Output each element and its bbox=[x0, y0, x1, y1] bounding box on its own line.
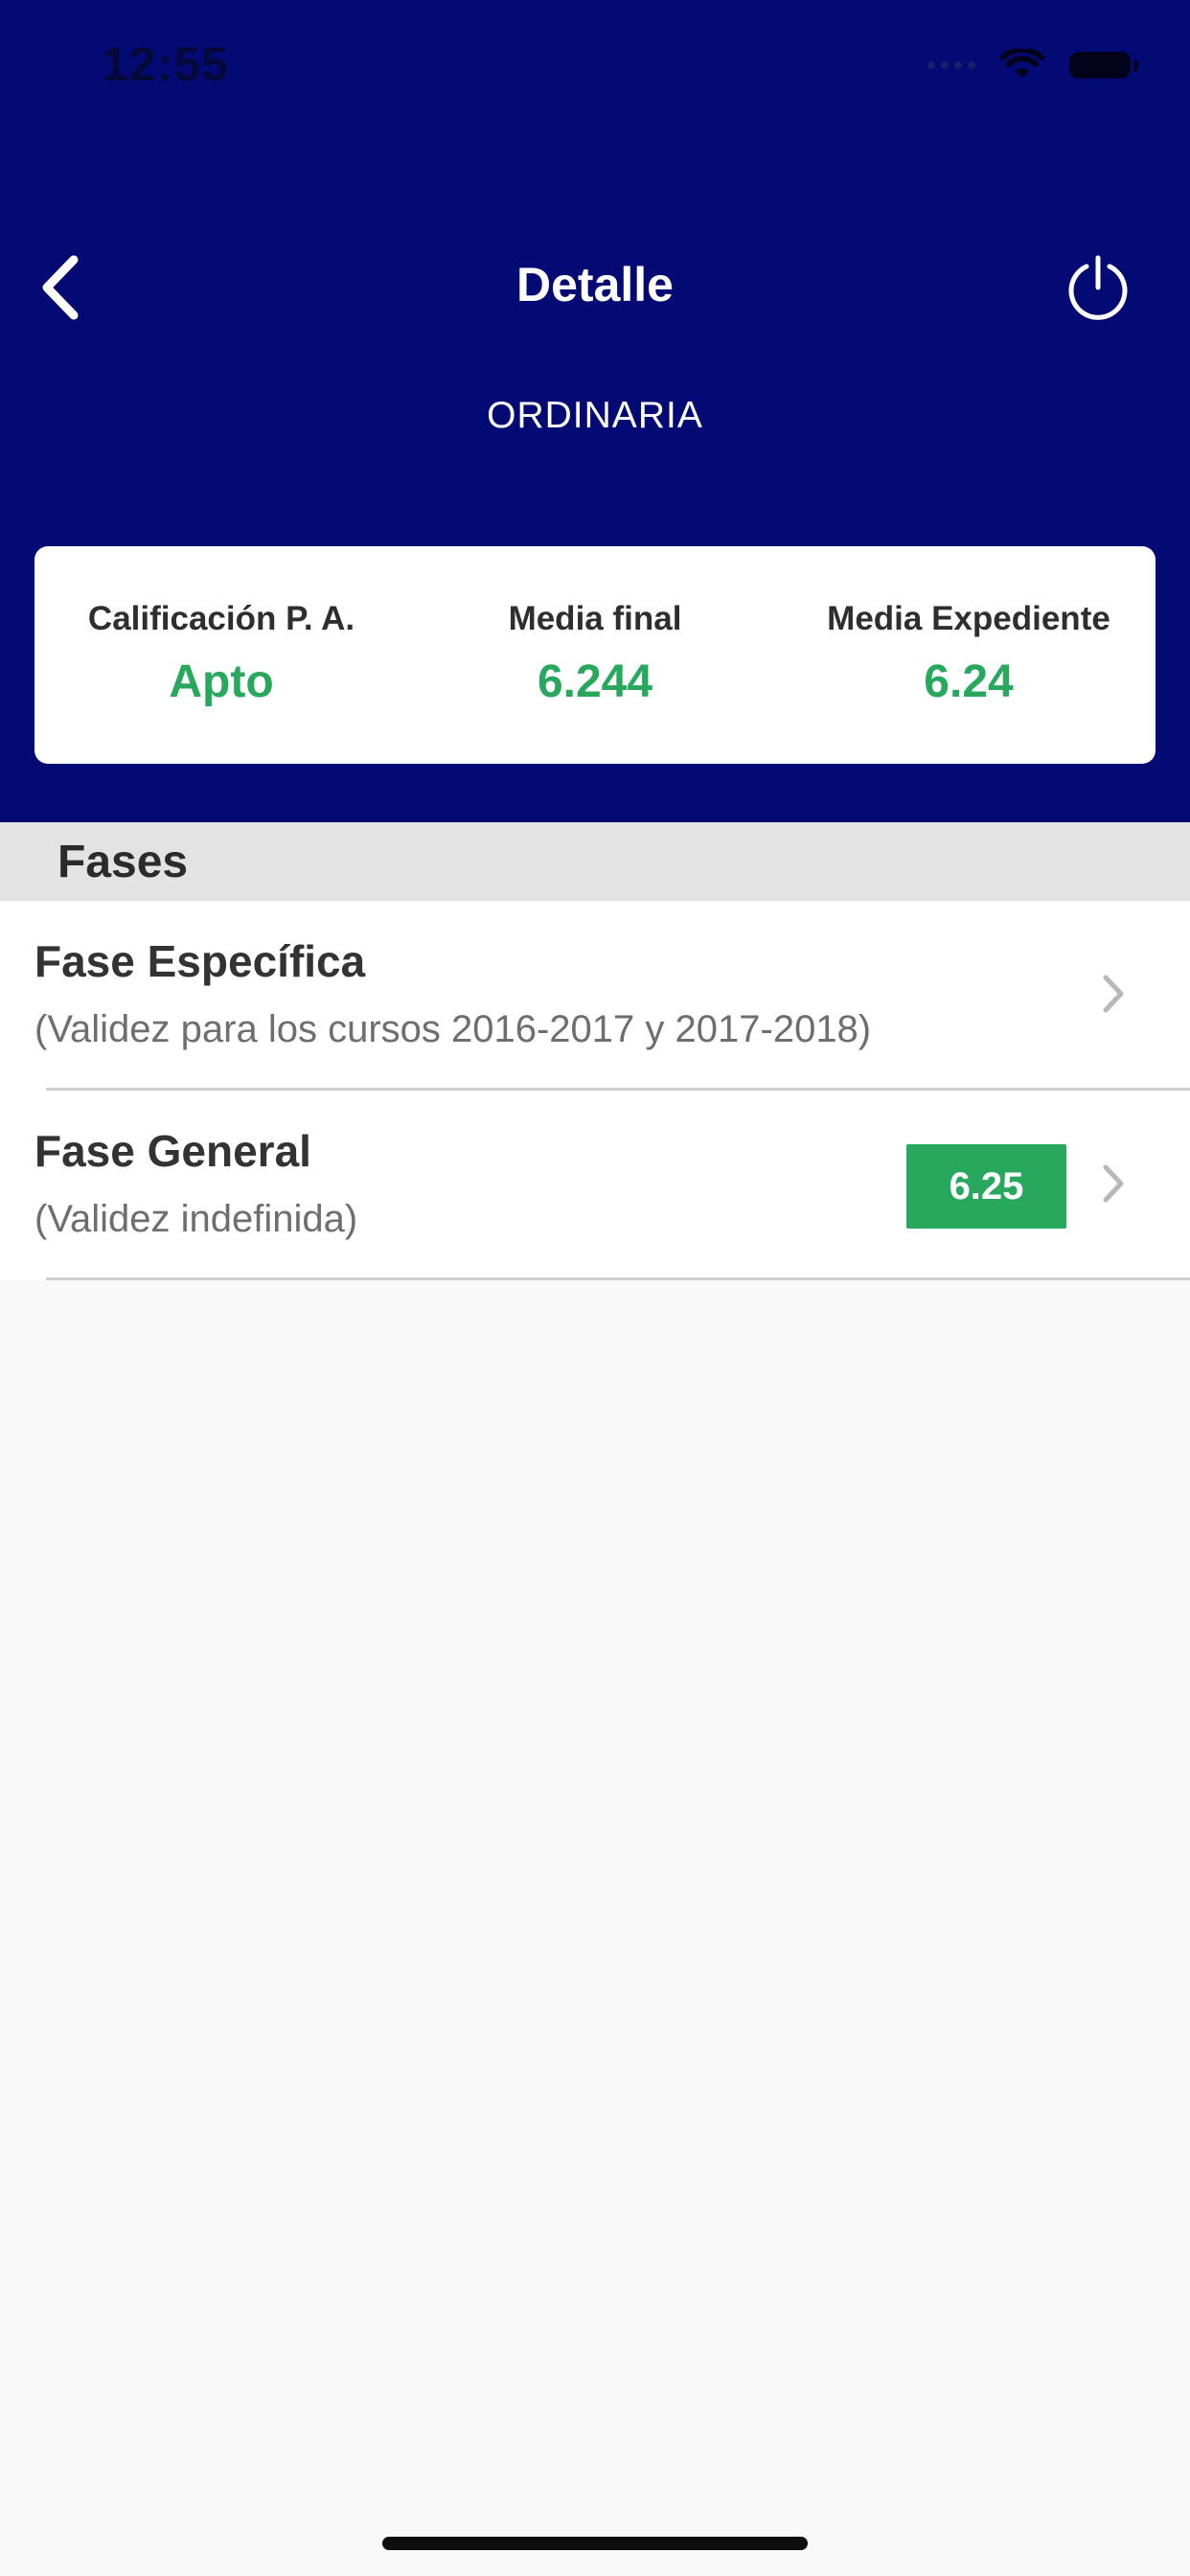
page-title: Detalle bbox=[516, 258, 674, 311]
list-item-subtitle: (Validez para los cursos 2016-2017 y 201… bbox=[34, 1008, 872, 1050]
summary-item-media-expediente: Media Expediente 6.24 bbox=[782, 546, 1156, 764]
list-item-fase-especifica[interactable]: Fase Específica (Validez para los cursos… bbox=[0, 901, 1190, 1091]
list-item-title: Fase Específica bbox=[34, 936, 366, 986]
chevron-right-icon bbox=[1103, 1164, 1124, 1203]
section-header: Fases bbox=[0, 822, 1190, 901]
summary-value: 6.244 bbox=[537, 656, 653, 707]
summary-label: Media Expediente bbox=[827, 600, 1110, 637]
list-item-subtitle: (Validez indefinida) bbox=[34, 1198, 358, 1240]
signal-icon bbox=[927, 61, 975, 69]
divider bbox=[46, 1277, 1190, 1280]
summary-item-calificacion: Calificación P. A. Apto bbox=[34, 546, 408, 764]
summary-item-media-final: Media final 6.244 bbox=[408, 546, 782, 764]
summary-card: Calificación P. A. Apto Media final 6.24… bbox=[34, 546, 1156, 764]
summary-label: Calificación P. A. bbox=[87, 600, 355, 637]
chevron-right-icon bbox=[1103, 975, 1124, 1013]
status-time: 12:55 bbox=[102, 37, 229, 91]
grade-badge: 6.25 bbox=[906, 1144, 1066, 1229]
power-button[interactable] bbox=[1062, 251, 1134, 324]
summary-label: Media final bbox=[508, 600, 682, 637]
summary-value: Apto bbox=[169, 656, 274, 707]
status-icons bbox=[927, 42, 1138, 88]
power-icon bbox=[1068, 255, 1128, 320]
summary-value: 6.24 bbox=[924, 656, 1014, 707]
list-item-fase-general[interactable]: Fase General (Validez indefinida) 6.25 bbox=[0, 1091, 1190, 1280]
battery-icon bbox=[1069, 52, 1138, 79]
wifi-icon bbox=[1000, 49, 1044, 81]
exam-session-label: ORDINARIA bbox=[487, 395, 703, 436]
list-item-title: Fase General bbox=[34, 1126, 311, 1176]
section-title: Fases bbox=[57, 837, 189, 887]
phases-list: Fase Específica (Validez para los cursos… bbox=[0, 901, 1190, 1280]
header: 12:55 Detalle ORDINARIA Calificación P. … bbox=[0, 0, 1190, 822]
home-indicator[interactable] bbox=[382, 2537, 808, 2550]
